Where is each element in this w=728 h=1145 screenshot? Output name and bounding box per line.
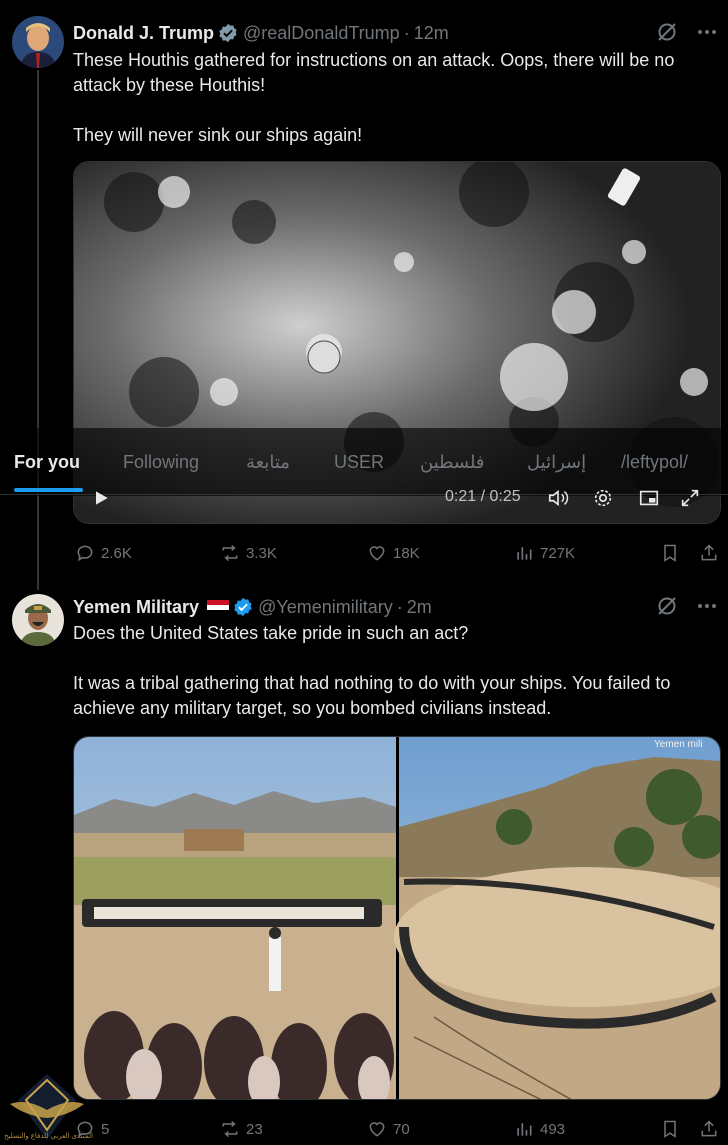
tweet-text: Does the United States take pride in suc… [73,623,671,718]
timestamp[interactable]: 2m [407,597,432,618]
reply-icon [77,545,93,562]
avatar-image [12,16,64,68]
photo-right: Yemen mili [394,737,720,1099]
tweet-photos[interactable]: Yemen mili [73,736,721,1100]
video-controls: 0:21 / 0:25 [73,480,721,520]
repost-count: 3.3K [246,544,277,562]
separator-dot: · [403,22,410,43]
avatar[interactable] [12,594,64,646]
repost-button[interactable]: 23 [220,1119,263,1139]
tab-list-1[interactable]: متابعة [246,452,290,473]
pip-icon[interactable] [638,487,660,509]
grok-icon[interactable] [656,21,678,43]
more-icon[interactable] [696,595,718,617]
like-icon [369,546,385,561]
share-icon[interactable] [699,1119,719,1139]
author-handle[interactable]: @realDonaldTrump [243,23,400,44]
forum-watermark-text: المنتدى العربي للدفاع والتسليح [4,1133,93,1140]
bookmark-icon[interactable] [660,1119,680,1139]
like-count: 70 [393,1120,410,1138]
author-name[interactable]: Donald J. Trump [73,23,214,44]
reply-count: 2.6K [101,544,132,562]
yemen-flag-icon [207,599,230,615]
volume-icon[interactable] [547,487,569,509]
tweet-header: Donald J. Trump @realDonaldTrump · 12m [73,21,718,45]
tweet-header: Yemen Military @Yemenimilitary · 2m [73,595,718,619]
settings-icon[interactable] [592,487,614,509]
tweet-text: These Houthis gathered for instructions … [73,50,675,145]
tab-list-3[interactable]: إسرائيل [527,452,586,473]
like-button[interactable]: 18K [367,543,420,563]
like-count: 18K [393,544,420,562]
bookmark-icon[interactable] [660,543,680,563]
photo-watermark: Yemen mili [654,739,703,750]
fullscreen-icon[interactable] [679,487,701,509]
repost-button[interactable]: 3.3K [220,543,277,563]
reply-button[interactable]: 2.6K [75,543,132,563]
reply-count: 5 [101,1120,110,1138]
avatar[interactable] [12,16,64,68]
tab-for-you[interactable]: For you [14,452,80,473]
verified-icon [219,23,237,43]
tab-list-2[interactable]: فلسطين [420,452,485,473]
timestamp[interactable]: 12m [414,23,449,44]
views-count: 493 [540,1120,566,1138]
grok-icon[interactable] [656,595,678,617]
views-button[interactable]: 493 [514,1119,565,1139]
separator-dot: · [396,596,403,617]
tweet-actions: 5 23 70 493 [73,1117,721,1141]
views-icon [517,1123,532,1136]
thread-line [37,70,39,590]
photo-grid: Yemen mili [74,737,720,1099]
tab-list-leftypol[interactable]: /leftypol/ [621,452,688,473]
tab-following[interactable]: Following [123,452,199,473]
author-handle[interactable]: @Yemenimilitary [258,597,393,618]
photo-left [74,737,396,1099]
avatar-image [12,594,64,646]
more-icon[interactable] [696,21,718,43]
tab-list-user[interactable]: USER [334,452,384,473]
views-count: 727K [540,544,576,562]
repost-count: 23 [246,1120,263,1138]
tweet-yemen-military[interactable]: Yemen Military @Yemenimilitary · 2m Does… [0,590,728,1145]
share-icon[interactable] [699,543,719,563]
views-button[interactable]: 727K [514,543,575,563]
repost-icon [222,544,238,562]
like-icon [369,1122,385,1137]
play-icon[interactable] [91,488,111,508]
like-button[interactable]: 70 [367,1119,410,1139]
verified-icon [234,597,252,617]
repost-icon [222,1120,238,1138]
video-time: 0:21 / 0:25 [445,488,521,505]
tweet-actions: 2.6K 3.3K 18K 727K [73,541,721,565]
views-icon [517,547,532,560]
author-name[interactable]: Yemen Military [73,597,199,618]
